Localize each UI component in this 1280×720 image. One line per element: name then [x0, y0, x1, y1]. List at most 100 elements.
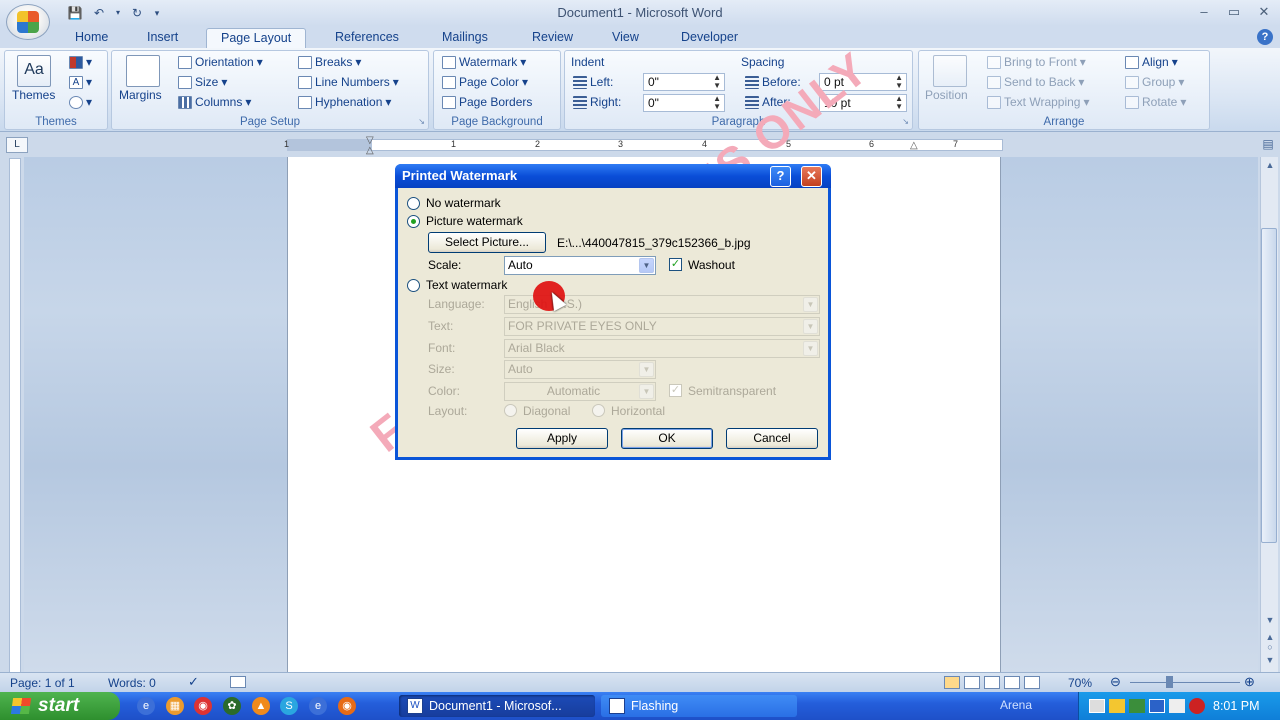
- no-watermark-radio[interactable]: [407, 197, 420, 210]
- quicklaunch-skype-icon[interactable]: S: [280, 697, 298, 715]
- maximize-button[interactable]: ▭: [1220, 2, 1248, 22]
- antivirus-icon[interactable]: [1189, 698, 1205, 714]
- picture-watermark-label[interactable]: Picture watermark: [426, 214, 523, 228]
- text-wrapping-button[interactable]: Text Wrapping ▾: [987, 95, 1090, 109]
- horizontal-radio[interactable]: [592, 404, 605, 417]
- right-indent-marker-icon[interactable]: △: [910, 140, 918, 151]
- semitransparent-label[interactable]: Semitransparent: [688, 384, 776, 398]
- quicklaunch-vlc-icon[interactable]: ▲: [252, 697, 270, 715]
- themes-button[interactable]: Themes: [12, 88, 55, 102]
- quicklaunch-ie2-icon[interactable]: e: [309, 697, 327, 715]
- align-button[interactable]: Align ▾: [1125, 55, 1178, 69]
- picture-watermark-radio[interactable]: [407, 215, 420, 228]
- full-screen-reading-icon[interactable]: [964, 676, 980, 689]
- quicklaunch-ie-icon[interactable]: e: [137, 697, 155, 715]
- page-color-button[interactable]: Page Color ▾: [442, 75, 528, 89]
- next-page-icon[interactable]: ▼: [1261, 652, 1279, 668]
- color-select[interactable]: Automatic ▼: [504, 382, 656, 401]
- scroll-down-icon[interactable]: ▼: [1261, 612, 1279, 628]
- size-button[interactable]: Size ▾: [178, 75, 227, 89]
- washout-checkbox[interactable]: ✓: [669, 258, 682, 271]
- watermark-button[interactable]: Watermark ▾: [442, 55, 526, 69]
- tab-references[interactable]: References: [321, 28, 413, 48]
- semitransparent-checkbox[interactable]: ✓: [669, 384, 682, 397]
- orientation-button[interactable]: Orientation ▾: [178, 55, 263, 69]
- page-borders-button[interactable]: Page Borders: [442, 95, 532, 109]
- zoom-slider-thumb[interactable]: [1166, 676, 1173, 688]
- dialog-help-button[interactable]: ?: [770, 166, 791, 187]
- proofing-icon[interactable]: ✓: [188, 674, 199, 690]
- horizontal-label[interactable]: Horizontal: [611, 404, 665, 418]
- scale-select[interactable]: Auto ▼: [504, 256, 656, 275]
- text-watermark-label[interactable]: Text watermark: [426, 278, 507, 292]
- tray-icon-2[interactable]: [1109, 699, 1125, 713]
- no-watermark-label[interactable]: No watermark: [426, 196, 501, 210]
- margins-icon[interactable]: [126, 55, 160, 87]
- size-select[interactable]: Auto ▼: [504, 360, 656, 379]
- quicklaunch-folder-icon[interactable]: ▦: [166, 697, 184, 715]
- group-objects-button[interactable]: Group ▾: [1125, 75, 1184, 89]
- send-to-back-button[interactable]: Send to Back ▾: [987, 75, 1084, 89]
- customize-qat-icon[interactable]: ▾: [152, 5, 162, 21]
- cancel-button[interactable]: Cancel: [726, 428, 818, 449]
- font-select[interactable]: Arial Black ▼: [504, 339, 820, 358]
- text-select[interactable]: FOR PRIVATE EYES ONLY ▼: [504, 317, 820, 336]
- zoom-in-icon[interactable]: ⊕: [1244, 674, 1255, 690]
- paragraph-launcher-icon[interactable]: ↘: [902, 117, 909, 126]
- dialog-close-button[interactable]: ✕: [801, 166, 822, 187]
- zoom-out-icon[interactable]: ⊖: [1110, 674, 1121, 690]
- scroll-thumb[interactable]: [1261, 228, 1277, 543]
- tab-page-layout[interactable]: Page Layout: [206, 28, 307, 48]
- zoom-slider[interactable]: [1130, 682, 1240, 683]
- office-button[interactable]: [6, 4, 50, 40]
- print-layout-icon[interactable]: [944, 676, 960, 689]
- diagonal-radio[interactable]: [504, 404, 517, 417]
- tab-review[interactable]: Review: [518, 28, 587, 48]
- scroll-up-icon[interactable]: ▲: [1261, 157, 1279, 173]
- vertical-ruler[interactable]: [9, 158, 21, 673]
- position-button[interactable]: Position: [925, 88, 968, 102]
- text-watermark-radio[interactable]: [407, 279, 420, 292]
- indent-left-input[interactable]: 0" ▲ ▼: [643, 73, 725, 91]
- minimize-button[interactable]: –: [1190, 2, 1218, 22]
- zoom-level[interactable]: 70%: [1068, 676, 1092, 690]
- tray-icon-1[interactable]: [1089, 699, 1105, 713]
- macro-record-icon[interactable]: [230, 676, 246, 688]
- web-layout-icon[interactable]: [984, 676, 1000, 689]
- theme-fonts-icon[interactable]: A ▾: [69, 75, 92, 89]
- outline-icon[interactable]: [1004, 676, 1020, 689]
- hyphenation-button[interactable]: Hyphenation ▾: [298, 95, 391, 109]
- clock[interactable]: 8:01 PM: [1213, 699, 1260, 713]
- view-ruler-icon[interactable]: ▤: [1259, 137, 1277, 153]
- apply-button[interactable]: Apply: [516, 428, 608, 449]
- quicklaunch-media-icon[interactable]: ◉: [194, 697, 212, 715]
- tab-mailings[interactable]: Mailings: [428, 28, 502, 48]
- select-picture-button[interactable]: Select Picture...: [428, 232, 546, 253]
- quicklaunch-firefox-icon[interactable]: ◉: [338, 697, 356, 715]
- diagonal-label[interactable]: Diagonal: [523, 404, 570, 418]
- tray-icon-4[interactable]: [1149, 699, 1165, 713]
- tray-icon-3[interactable]: [1129, 699, 1145, 713]
- rotate-button[interactable]: Rotate ▾: [1125, 95, 1186, 109]
- indent-right-input[interactable]: 0" ▲ ▼: [643, 94, 725, 112]
- redo-icon[interactable]: ↻: [128, 5, 146, 21]
- line-numbers-button[interactable]: Line Numbers ▾: [298, 75, 399, 89]
- columns-button[interactable]: Columns ▾: [178, 95, 251, 109]
- indent-marker-icon[interactable]: ▽ △: [366, 136, 376, 156]
- word-count[interactable]: Words: 0: [108, 676, 156, 690]
- tab-insert[interactable]: Insert: [133, 28, 192, 48]
- washout-label[interactable]: Washout: [688, 258, 735, 272]
- draft-icon[interactable]: [1024, 676, 1040, 689]
- tab-home[interactable]: Home: [61, 28, 122, 48]
- task-document1[interactable]: W Document1 - Microsof...: [399, 695, 595, 717]
- close-window-button[interactable]: ✕: [1250, 2, 1278, 22]
- task-flashing[interactable]: Flashing: [601, 695, 797, 717]
- themes-icon[interactable]: Aa: [17, 55, 51, 87]
- horizontal-ruler[interactable]: [287, 139, 1003, 151]
- save-icon[interactable]: 💾: [66, 5, 84, 21]
- tab-view[interactable]: View: [598, 28, 653, 48]
- help-icon[interactable]: ?: [1257, 29, 1273, 45]
- tray-icon-5[interactable]: [1169, 699, 1185, 713]
- page-setup-launcher-icon[interactable]: ↘: [418, 117, 425, 126]
- margins-button[interactable]: Margins: [119, 88, 162, 102]
